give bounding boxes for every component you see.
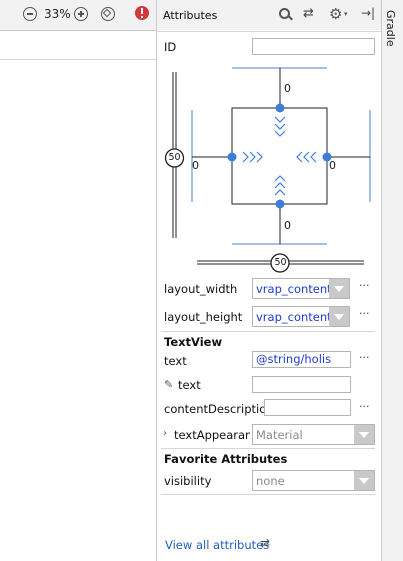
gradle-tab[interactable]: Gradle bbox=[384, 10, 397, 47]
layout-width-dropdown[interactable]: vrap_content bbox=[252, 278, 350, 299]
design-toolbar: 33% bbox=[0, 0, 156, 31]
text-appearance-value: Material bbox=[256, 428, 303, 442]
visibility-value: none bbox=[256, 474, 285, 488]
left-anchor bbox=[227, 152, 237, 162]
id-field[interactable] bbox=[252, 38, 375, 55]
horizontal-bias-value[interactable]: 50 bbox=[273, 257, 288, 268]
header-divider bbox=[157, 31, 381, 32]
design-canvas[interactable] bbox=[0, 0, 157, 561]
gear-dropdown-icon[interactable]: ▾ bbox=[344, 10, 348, 18]
bottom-margin-value[interactable]: 0 bbox=[284, 219, 291, 232]
layout-height-label: layout_height bbox=[164, 310, 243, 324]
layout-width-value: vrap_content bbox=[256, 282, 332, 296]
panel-title: Attributes bbox=[163, 9, 218, 22]
content-description-label: contentDescription bbox=[164, 402, 264, 416]
view-all-attributes-link[interactable]: View all attributes bbox=[165, 538, 269, 552]
swap-icon[interactable]: ⇄ bbox=[260, 536, 270, 550]
vertical-bias-value[interactable]: 50 bbox=[167, 152, 182, 163]
layout-height-dropdown[interactable]: vrap_content bbox=[252, 306, 350, 327]
visibility-dropdown[interactable]: none bbox=[252, 470, 375, 491]
left-margin-value[interactable]: 0 bbox=[192, 159, 199, 172]
content-description-more-button[interactable]: ··· bbox=[359, 400, 370, 413]
layout-width-more-button[interactable]: ··· bbox=[359, 279, 370, 292]
collapse-icon[interactable]: →| bbox=[361, 6, 375, 20]
text-appearance-dropdown[interactable]: Material bbox=[252, 424, 375, 445]
layout-height-more-button[interactable]: ··· bbox=[359, 307, 370, 320]
right-margin-value[interactable]: 0 bbox=[329, 159, 336, 172]
content-description-field[interactable] bbox=[264, 399, 351, 416]
text-label: text bbox=[164, 354, 187, 368]
section-divider bbox=[161, 331, 375, 332]
search-icon-handle bbox=[288, 15, 293, 21]
tools-text-label: text bbox=[178, 378, 201, 392]
zoom-fit-icon[interactable] bbox=[101, 7, 115, 21]
favorites-section-title: Favorite Attributes bbox=[164, 452, 288, 466]
top-margin-value[interactable]: 0 bbox=[284, 82, 291, 95]
chevron-down-icon[interactable] bbox=[329, 279, 349, 298]
text-more-button[interactable]: ··· bbox=[359, 351, 370, 364]
section-divider bbox=[161, 448, 375, 449]
chevron-down-icon[interactable] bbox=[329, 307, 349, 326]
wrench-icon: ✎ bbox=[164, 378, 174, 391]
gear-icon[interactable]: ⚙ bbox=[329, 5, 342, 23]
constraint-widget bbox=[164, 67, 371, 273]
chevron-down-icon[interactable] bbox=[354, 425, 374, 444]
top-anchor bbox=[275, 103, 285, 113]
zoom-in-icon[interactable] bbox=[74, 7, 88, 21]
section-divider bbox=[161, 494, 375, 495]
bottom-anchor bbox=[275, 199, 285, 209]
canvas-divider bbox=[0, 59, 156, 60]
layout-height-value: vrap_content bbox=[256, 310, 332, 324]
swap-icon[interactable]: ⇄ bbox=[303, 6, 314, 21]
side-tool-bar: Gradle bbox=[381, 0, 403, 561]
id-label: ID bbox=[164, 40, 177, 54]
attributes-panel: Attributes ⇄ ⚙ ▾ →| ID 0 0 0 0 50 50 lay… bbox=[157, 0, 381, 561]
layout-width-label: layout_width bbox=[164, 282, 238, 296]
tools-text-field[interactable] bbox=[252, 376, 351, 393]
zoom-out-icon[interactable] bbox=[23, 7, 37, 21]
attributes-header: Attributes ⇄ ⚙ ▾ →| bbox=[157, 0, 381, 30]
text-field[interactable]: @string/holis bbox=[252, 351, 351, 368]
chevron-down-icon[interactable] bbox=[354, 471, 374, 490]
text-appearance-label: textAppearanc bbox=[174, 428, 250, 442]
visibility-label: visibility bbox=[164, 474, 212, 488]
zoom-level: 33% bbox=[44, 7, 71, 21]
error-icon[interactable] bbox=[135, 6, 149, 20]
textview-section-title: TextView bbox=[164, 335, 223, 349]
expand-chevron-icon[interactable]: › bbox=[163, 428, 167, 439]
